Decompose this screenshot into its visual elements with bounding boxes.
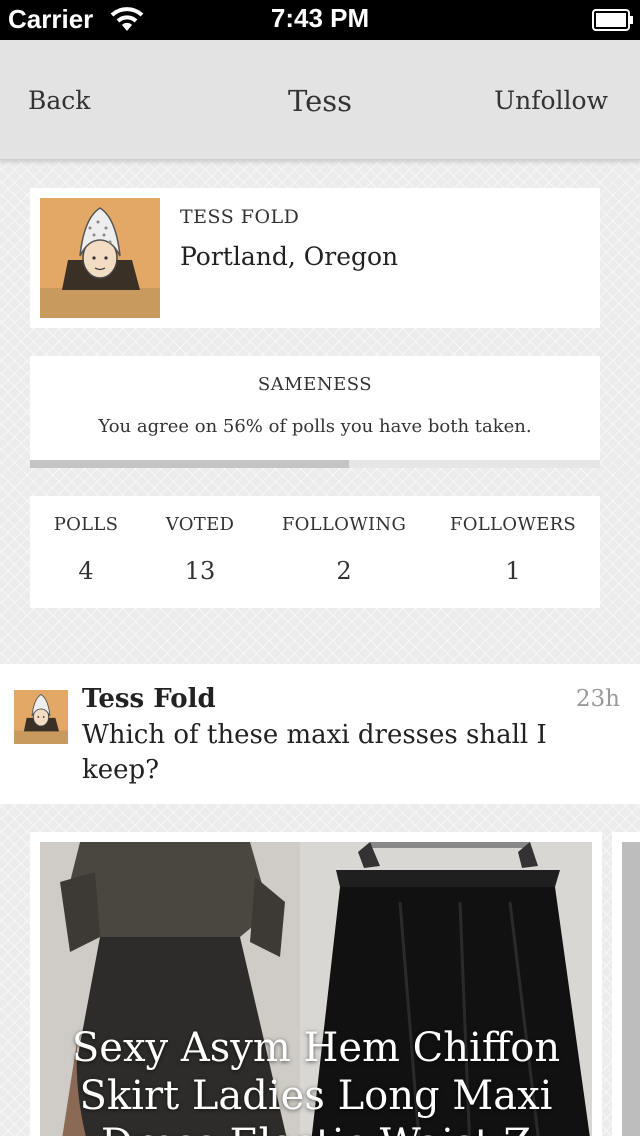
back-button[interactable]: Back	[28, 86, 90, 115]
poll-option-image[interactable]: Sexy Asym Hem Chiffon Skirt Ladies Long …	[40, 842, 592, 1136]
stat-value: 2	[336, 557, 352, 585]
battery-icon	[592, 9, 633, 31]
poll-option-caption: Sexy Asym Hem Chiffon Skirt Ladies Long …	[40, 1024, 592, 1136]
post-timestamp: 23h	[575, 686, 620, 712]
sameness-title: SAMENESS	[257, 374, 373, 395]
stat-followers[interactable]: FOLLOWERS 1	[433, 514, 593, 585]
stat-value: 1	[505, 557, 521, 585]
poll-option-card[interactable]: Sexy Asym Hem Chiffon Skirt Ladies Long …	[30, 832, 602, 1136]
post-question: Which of these maxi dresses shall I keep…	[82, 720, 547, 785]
sameness-progress-bar	[30, 460, 600, 468]
stat-voted[interactable]: VOTED 13	[120, 514, 280, 585]
next-poll-option-image[interactable]	[622, 842, 640, 1136]
post-author[interactable]: Tess Fold	[82, 684, 216, 714]
stat-value: 13	[184, 557, 216, 585]
profile-location: Portland, Oregon	[180, 242, 399, 271]
avatar[interactable]	[14, 690, 68, 744]
sameness-card: SAMENESS You agree on 56% of polls you h…	[30, 356, 600, 468]
poll-post[interactable]: Tess Fold 23h Which of these maxi dresse…	[0, 664, 640, 804]
stat-label: VOTED	[165, 514, 235, 535]
avatar[interactable]	[40, 198, 160, 318]
caption-line: Sexy Asym Hem Chiffon	[71, 1025, 561, 1071]
caption-line: Dress Elastic Waist Z	[40, 1120, 592, 1136]
stat-following[interactable]: FOLLOWING 2	[264, 514, 424, 585]
sameness-progress-fill	[30, 460, 350, 468]
sameness-description: You agree on 56% of polls you have both …	[98, 416, 532, 437]
profile-card: TESS FOLD Portland, Oregon	[30, 188, 600, 328]
stat-label: FOLLOWERS	[449, 514, 577, 535]
status-bar: Carrier 7:43 PM	[0, 0, 640, 40]
unfollow-button[interactable]: Unfollow	[494, 86, 608, 115]
caption-line: Skirt Ladies Long Maxi	[79, 1073, 553, 1119]
stat-label: FOLLOWING	[281, 514, 407, 535]
avatar-illustration	[40, 198, 160, 318]
avatar-illustration	[14, 690, 68, 744]
status-time: 7:43 PM	[270, 3, 370, 33]
stats-card: POLLS 4 VOTED 13 FOLLOWING 2 FOLLOWERS 1	[30, 496, 600, 608]
next-poll-option-card[interactable]	[612, 832, 640, 1136]
navigation-bar: Back Tess Unfollow	[0, 40, 640, 160]
profile-name: TESS FOLD	[180, 206, 300, 228]
